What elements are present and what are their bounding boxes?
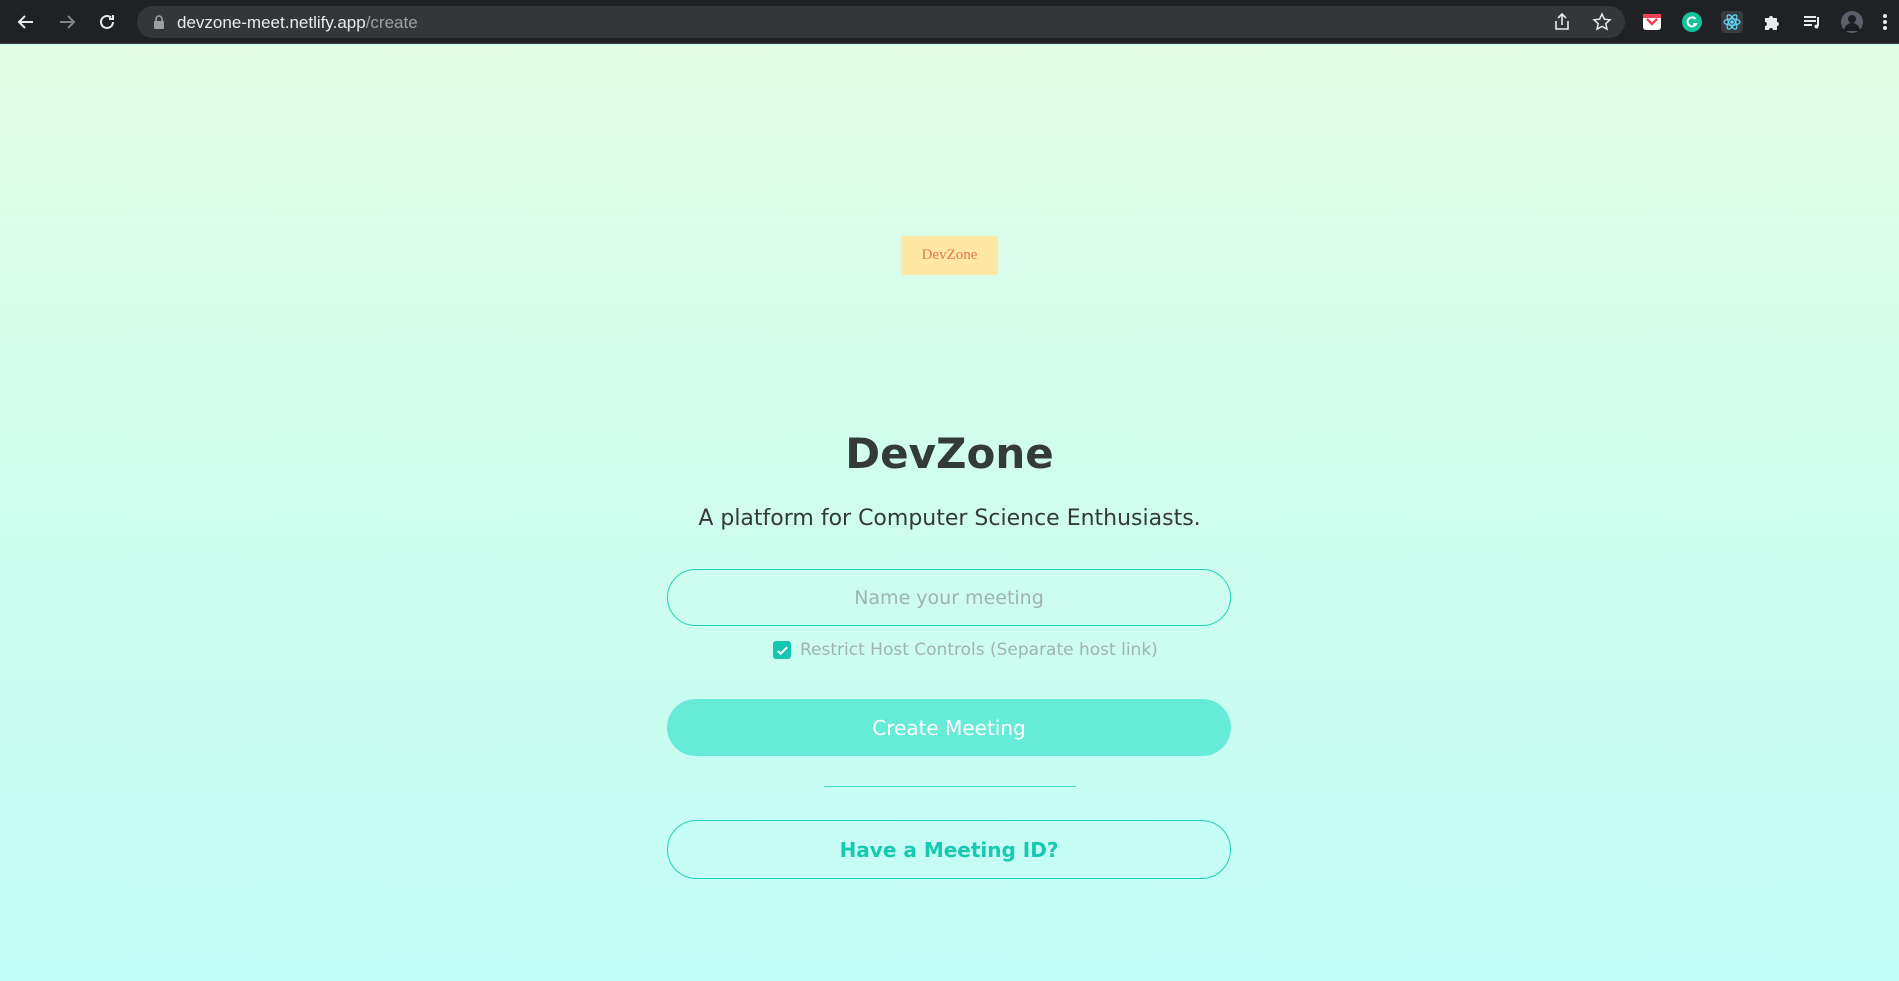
page-subtitle: A platform for Computer Science Enthusia… [698,506,1201,531]
logo: DevZone [901,236,998,275]
grammarly-extension-icon[interactable] [1680,10,1704,34]
divider [824,786,1076,787]
pocket-extension-icon[interactable] [1640,10,1664,34]
share-icon[interactable] [1552,12,1572,32]
restrict-host-controls-option[interactable]: Restrict Host Controls (Separate host li… [773,638,1158,662]
address-bar[interactable]: devzone-meet.netlify.app/create [137,6,1625,38]
create-meeting-button[interactable]: Create Meeting [667,699,1231,756]
browser-toolbar: devzone-meet.netlify.app/create [0,0,1899,44]
page-title: DevZone [845,429,1054,478]
react-devtools-extension-icon[interactable] [1720,10,1744,34]
reload-icon[interactable] [93,8,121,36]
have-meeting-id-button[interactable]: Have a Meeting ID? [667,820,1231,879]
back-icon[interactable] [12,8,40,36]
extensions-puzzle-icon[interactable] [1760,10,1784,34]
meeting-name-input[interactable] [667,569,1231,626]
forward-icon[interactable] [53,8,81,36]
profile-avatar[interactable] [1840,10,1864,34]
lock-icon [154,15,164,29]
restrict-host-controls-label: Restrict Host Controls (Separate host li… [800,640,1158,660]
restrict-host-controls-checkbox[interactable] [773,641,791,659]
menu-dots-icon[interactable] [1877,10,1893,34]
bookmark-star-icon[interactable] [1592,12,1612,32]
media-queue-icon[interactable] [1800,10,1824,34]
create-meeting-page: DevZone DevZone A platform for Computer … [0,45,1899,981]
url-text: devzone-meet.netlify.app/create [177,13,418,32]
checkmark-icon [776,646,788,655]
